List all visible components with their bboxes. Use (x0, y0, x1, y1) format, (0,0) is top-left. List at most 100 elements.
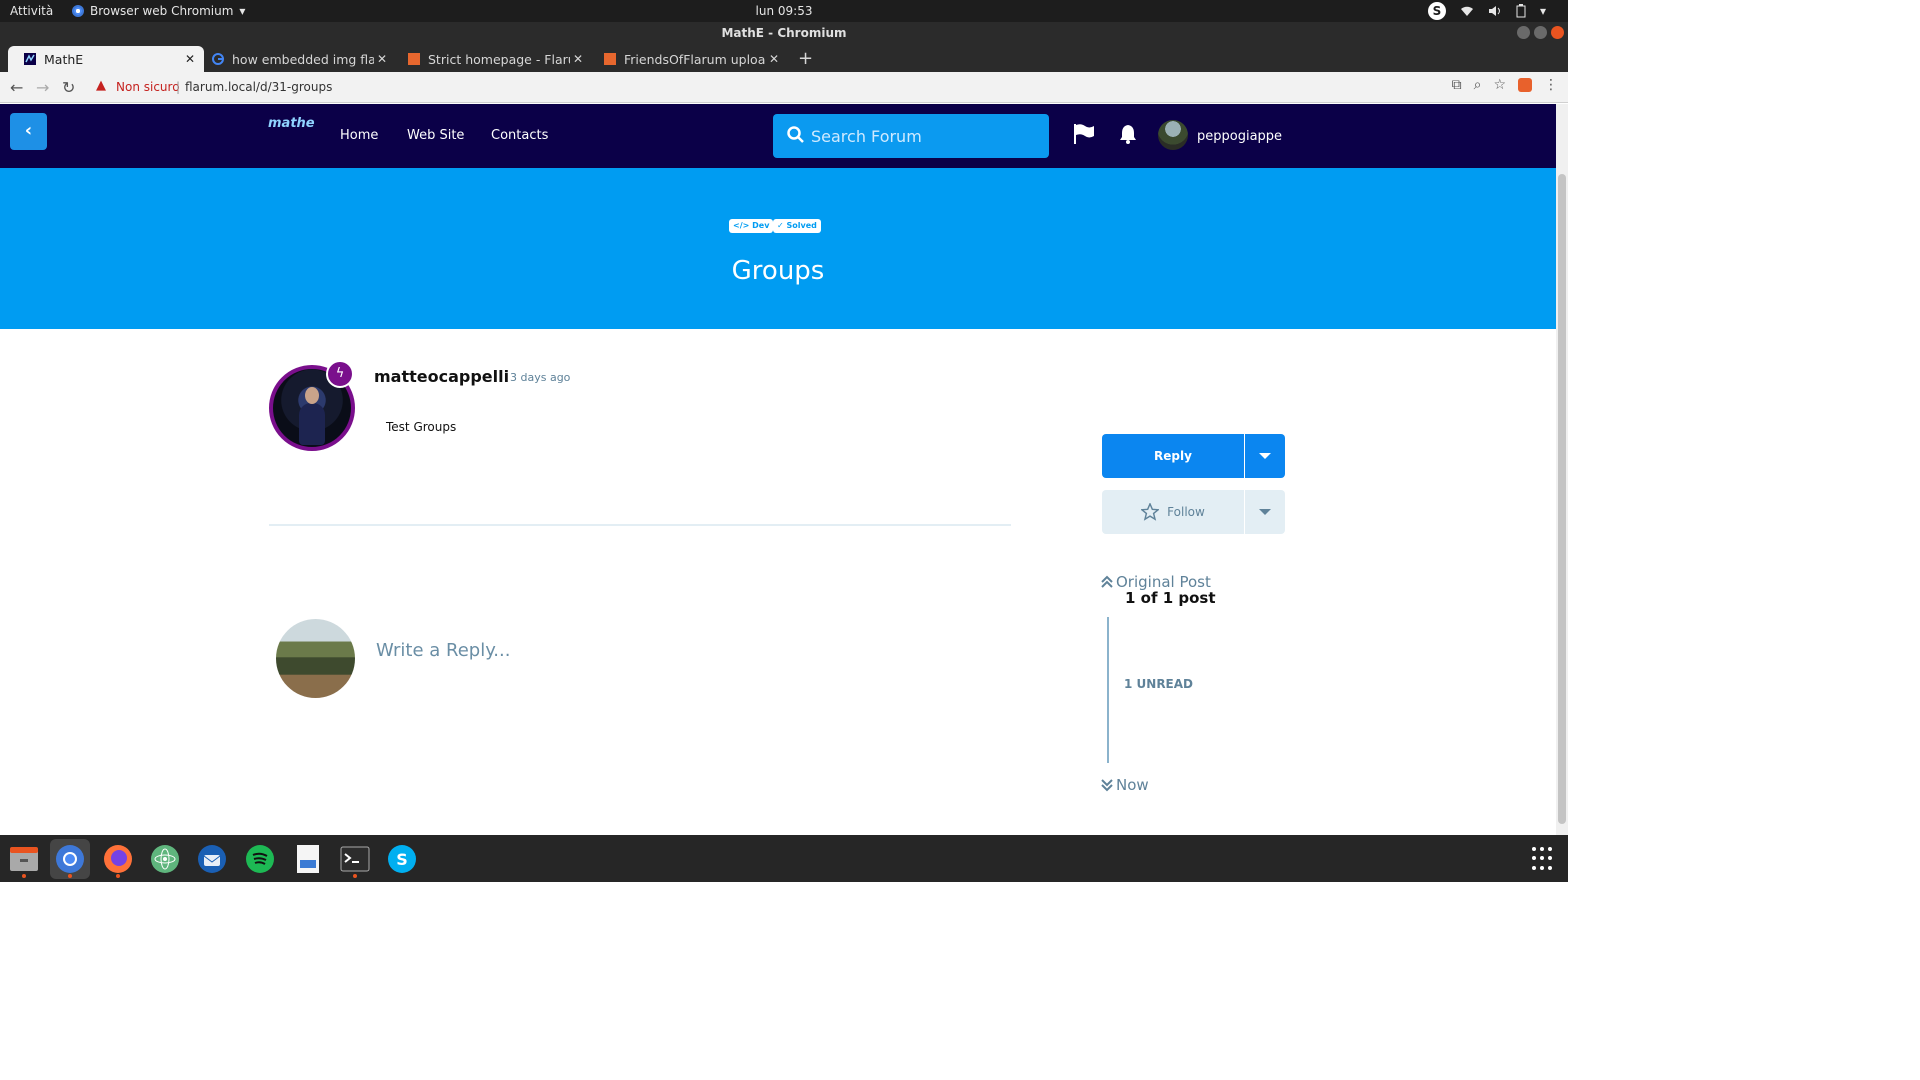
reload-icon[interactable]: ↻ (62, 78, 75, 97)
tab-fof-upload[interactable]: FriendsOfFlarum upload, ✕ (588, 46, 788, 72)
tab-mathe[interactable]: MathE ✕ (8, 46, 204, 72)
dock: S (0, 835, 1568, 882)
system-top-bar: Attività Browser web Chromium ▾ lun 09:5… (0, 0, 1568, 22)
nav-home[interactable]: Home (340, 128, 378, 143)
url-field[interactable]: flarum.local/d/31-groups (185, 80, 332, 94)
flarum-favicon (408, 53, 420, 65)
nav-website[interactable]: Web Site (407, 128, 464, 143)
tab-strip: MathE ✕ how embedded img flarum ✕ Strict… (0, 44, 1568, 72)
now-link[interactable]: Now (1101, 776, 1149, 794)
reply-placeholder[interactable]: Write a Reply... (376, 640, 510, 661)
svg-text:S: S (396, 850, 408, 869)
close-window-icon[interactable] (1551, 26, 1564, 39)
forward-arrow-icon[interactable]: → (36, 78, 49, 97)
search-icon (787, 126, 804, 143)
running-indicator (68, 874, 72, 878)
security-label[interactable]: Non sicuro (116, 80, 180, 94)
unread-count[interactable]: 1 UNREAD (1124, 677, 1193, 691)
zoom-icon[interactable]: ⌕ (1474, 77, 1482, 93)
maximize-icon[interactable] (1534, 26, 1547, 39)
browser-toolbar: ← → ↻ ▲ Non sicuro | flarum.local/d/31-g… (0, 72, 1568, 103)
tab-title: how embedded img flarum (232, 51, 374, 67)
reply-button[interactable]: Reply (1102, 434, 1244, 478)
tag-dev[interactable]: </> Dev (729, 219, 774, 233)
system-tray[interactable]: S ▾ (1427, 2, 1546, 20)
scrollbar-thumb[interactable] (1558, 174, 1566, 824)
firefox-icon[interactable] (98, 839, 138, 879)
files-icon[interactable] (4, 839, 44, 879)
follow-button[interactable]: Follow (1102, 490, 1244, 534)
post-author[interactable]: matteocappelli (374, 367, 509, 386)
caret-down-icon (1259, 453, 1271, 459)
avatar-figure (299, 403, 325, 445)
tag-solved[interactable]: ✓ Solved (773, 219, 821, 233)
battery-icon (1516, 4, 1526, 18)
show-applications-icon[interactable] (1532, 847, 1556, 871)
discussion-title: Groups (731, 256, 825, 286)
close-tab-icon[interactable]: ✕ (374, 52, 390, 66)
wifi-icon (1460, 6, 1473, 16)
volume-icon (1488, 6, 1500, 16)
back-arrow-icon[interactable]: ← (10, 78, 23, 97)
search-box[interactable] (773, 114, 1049, 158)
back-button[interactable]: ‹ (10, 113, 47, 150)
double-chevron-up-icon (1101, 575, 1113, 588)
warning-icon[interactable]: ▲ (96, 78, 106, 93)
post-time[interactable]: 3 days ago (510, 371, 570, 384)
scrubber-bar[interactable] (1107, 617, 1109, 763)
caret-down-icon (1259, 509, 1271, 515)
page-scrollbar[interactable] (1556, 104, 1568, 835)
window-title: MathE - Chromium (721, 26, 847, 40)
forum-header: ‹ mathe Home Web Site Contacts peppogiap… (0, 104, 1556, 168)
spotify-icon[interactable] (240, 839, 280, 879)
username[interactable]: peppogiappe (1197, 129, 1282, 144)
window-controls (1517, 26, 1564, 39)
tab-flarum-homepage[interactable]: Strict homepage - Flarum ✕ (392, 46, 592, 72)
new-tab-icon[interactable]: + (798, 48, 813, 69)
close-tab-icon[interactable]: ✕ (570, 52, 586, 66)
flag-icon[interactable] (1073, 124, 1095, 144)
tab-title: FriendsOfFlarum upload, (624, 51, 766, 67)
toolbar-actions: ⧉ ⌕ ☆ ⋮ (1452, 77, 1558, 93)
search-input[interactable] (811, 114, 1043, 158)
user-avatar[interactable] (1158, 120, 1188, 150)
tab-google[interactable]: how embedded img flarum ✕ (196, 46, 396, 72)
tab-title: MathE (44, 51, 84, 67)
close-tab-icon[interactable]: ✕ (766, 52, 782, 66)
google-favicon (212, 53, 224, 65)
translate-icon[interactable]: ⧉ (1452, 77, 1462, 93)
follow-dropdown-button[interactable] (1245, 490, 1285, 534)
flarum-favicon (604, 53, 616, 65)
thunderbird-icon[interactable] (192, 839, 232, 879)
running-indicator (353, 874, 357, 878)
post-body: Test Groups (386, 420, 457, 434)
follow-label: Follow (1167, 505, 1205, 519)
terminal-icon[interactable] (335, 839, 375, 879)
menu-icon[interactable]: ⋮ (1544, 77, 1558, 93)
separator: | (176, 80, 181, 94)
clock[interactable]: lun 09:53 (0, 4, 1568, 18)
code-icon: </> (733, 221, 750, 230)
forum-logo[interactable]: mathe (268, 117, 315, 154)
post-position: 1 of 1 post (1125, 589, 1216, 607)
window-titlebar: MathE - Chromium (0, 22, 1568, 44)
atom-icon[interactable] (145, 839, 185, 879)
reply-dropdown-button[interactable] (1245, 434, 1285, 478)
document-viewer-icon[interactable] (288, 839, 328, 879)
bolt-icon: ϟ (335, 366, 345, 381)
extension-icon[interactable] (1518, 78, 1532, 92)
skype-icon[interactable]: S (382, 839, 422, 879)
minimize-icon[interactable] (1517, 26, 1530, 39)
star-icon[interactable]: ☆ (1493, 77, 1506, 93)
running-indicator (116, 874, 120, 878)
avatar-face (305, 387, 319, 404)
logo-text: mathe (268, 116, 315, 131)
nav-contacts[interactable]: Contacts (491, 128, 548, 143)
check-icon: ✓ (777, 221, 784, 230)
discussion-hero: </> Dev ✓ Solved Groups (0, 168, 1556, 329)
double-chevron-down-icon (1101, 779, 1113, 792)
skype-icon[interactable]: S (1427, 2, 1446, 20)
bell-icon[interactable] (1118, 124, 1138, 144)
chromium-icon[interactable] (50, 839, 90, 879)
mathe-favicon (24, 53, 36, 65)
